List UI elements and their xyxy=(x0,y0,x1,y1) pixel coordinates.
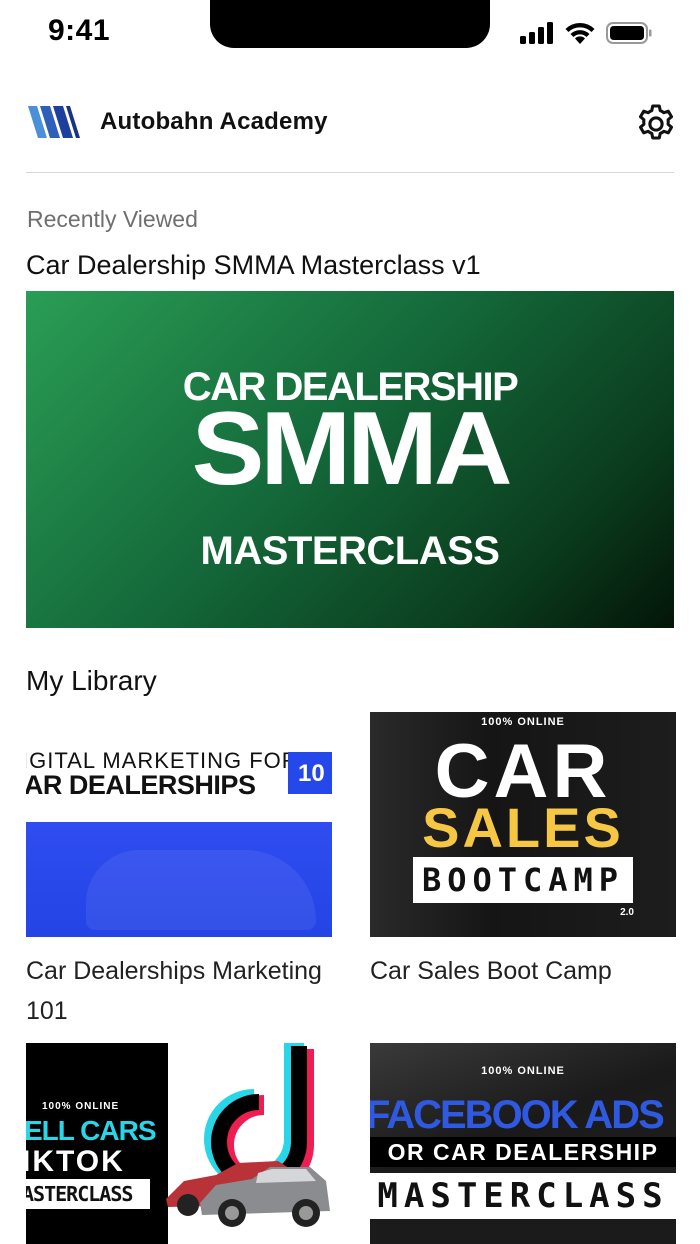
settings-button[interactable] xyxy=(632,100,680,148)
course-thumbnail[interactable]: 100% ONLINE ELL CARS IKTOK ASTERCLASS xyxy=(26,1043,332,1244)
wifi-icon xyxy=(565,22,595,44)
library-course-card[interactable]: IGITAL MARKETING FOR 'AR DEALERSHIPS 10 … xyxy=(26,712,332,1031)
app-header: Autobahn Academy xyxy=(26,96,676,152)
thumb-badge: 10 xyxy=(288,752,332,794)
hero-thumb-line3: MASTERCLASS xyxy=(200,529,500,573)
status-icons xyxy=(520,22,652,44)
autobahn-logo-icon xyxy=(28,106,80,138)
thumb-online-label: 100% ONLINE xyxy=(481,1065,565,1077)
signal-icon xyxy=(520,22,553,44)
course-thumbnail[interactable]: 100% ONLINE FACEBOOK ADS OR CAR DEALERSH… xyxy=(370,1043,676,1244)
thumb-text-line1: FACEBOOK ADS xyxy=(370,1093,665,1137)
course-title[interactable]: Car Dealerships Marketing 101 xyxy=(26,951,332,1031)
thumb-text-line1: ELL CARS xyxy=(26,1115,156,1146)
status-bar: 9:41 xyxy=(0,0,700,60)
thumb-text-line2: 'AR DEALERSHIPS xyxy=(26,770,256,800)
device-notch xyxy=(210,0,490,48)
thumb-version: 2.0 xyxy=(620,907,634,918)
thumb-online-label: 100% ONLINE xyxy=(42,1101,120,1112)
thumb-text-sales: SALES xyxy=(422,796,624,859)
library-course-card[interactable]: 100% ONLINE CAR SALES BOOTCAMP 2.0 Car S… xyxy=(370,712,676,991)
thumb-text-line3: ASTERCLASS xyxy=(26,1179,150,1209)
course-thumbnail[interactable]: 100% ONLINE CAR SALES BOOTCAMP 2.0 xyxy=(370,712,676,937)
my-library-heading: My Library xyxy=(26,665,157,696)
app-name: Autobahn Academy xyxy=(100,108,328,135)
thumb-text-line2: IKTOK xyxy=(26,1145,125,1178)
status-time: 9:41 xyxy=(48,14,111,47)
battery-icon xyxy=(606,22,652,44)
thumb-text-line2: OR CAR DEALERSHIP xyxy=(370,1137,676,1167)
car-image-icon xyxy=(166,1161,330,1227)
recent-course-thumbnail[interactable]: CAR DEALERSHIP SMMA MASTERCLASS xyxy=(26,291,674,628)
thumb-online-label: 100% ONLINE xyxy=(481,716,565,728)
course-title[interactable]: Car Sales Boot Camp xyxy=(370,951,676,991)
hero-thumb-line2: SMMA xyxy=(191,391,513,507)
gear-icon xyxy=(638,104,674,140)
library-course-card[interactable]: 100% ONLINE FACEBOOK ADS OR CAR DEALERSH… xyxy=(370,1043,676,1244)
library-course-card[interactable]: 100% ONLINE ELL CARS IKTOK ASTERCLASS xyxy=(26,1043,332,1244)
recent-course-title[interactable]: Car Dealership SMMA Masterclass v1 xyxy=(26,250,481,281)
course-thumbnail[interactable]: IGITAL MARKETING FOR 'AR DEALERSHIPS 10 xyxy=(26,712,332,937)
recently-viewed-label: Recently Viewed xyxy=(27,206,198,232)
thumb-text-line3: MASTERCLASS xyxy=(370,1173,676,1219)
header-divider xyxy=(26,172,674,173)
thumb-dark-footer xyxy=(370,1219,676,1244)
thumb-text-bootcamp: BOOTCAMP xyxy=(413,857,633,903)
thumb-car-silhouette xyxy=(86,850,316,930)
